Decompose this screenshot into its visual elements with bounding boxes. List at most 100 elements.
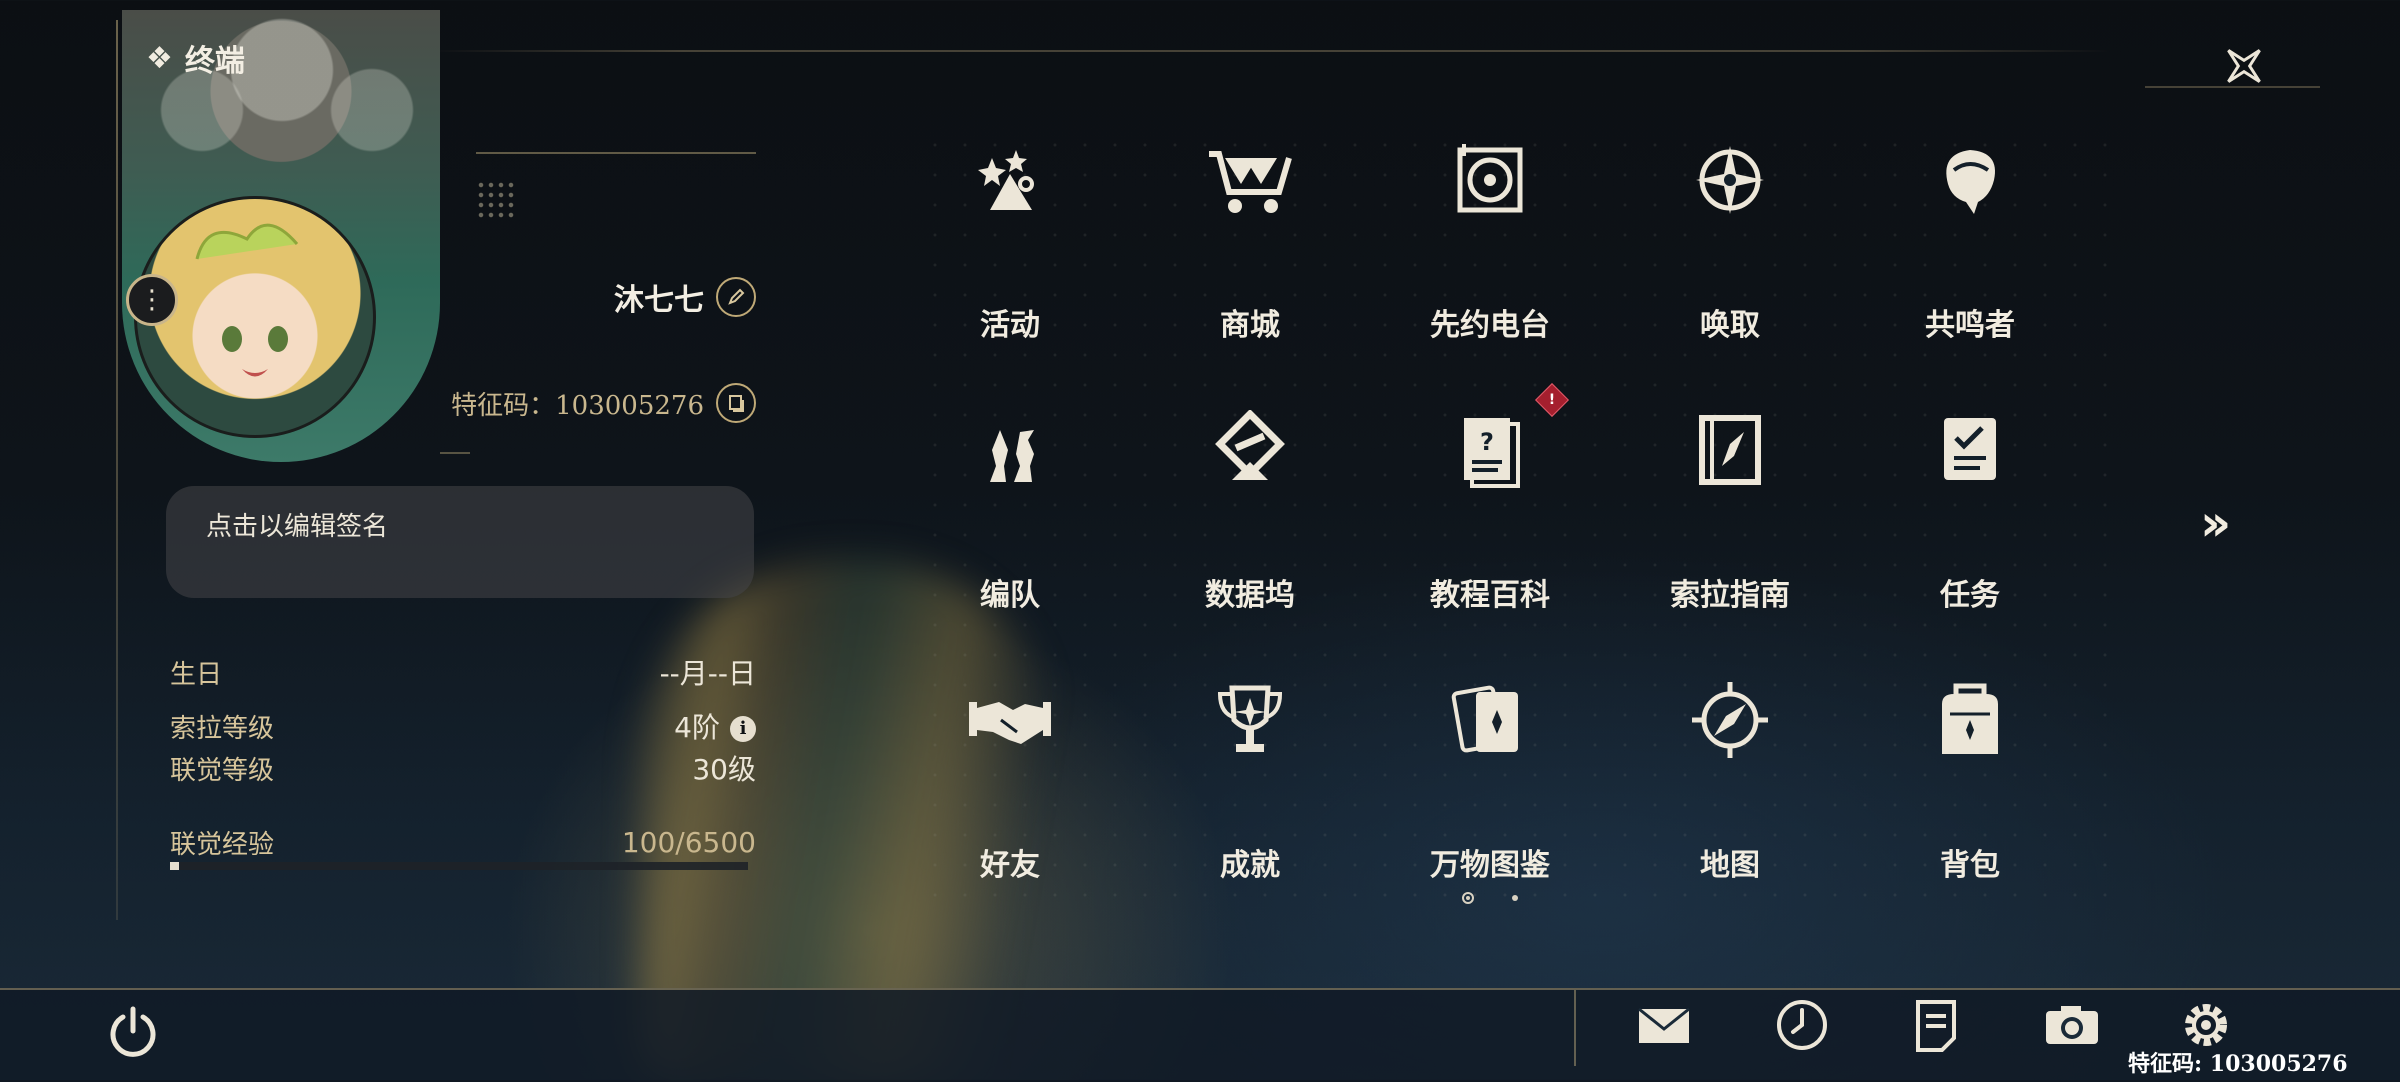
- page-dot-active[interactable]: [1462, 892, 1474, 904]
- mail-button[interactable]: [1632, 996, 1696, 1054]
- union-exp-value: 100/6500: [621, 825, 756, 859]
- radio-disc-icon: [1440, 130, 1540, 230]
- menu-item-label: 编队: [980, 578, 1040, 613]
- edit-name-button[interactable]: [716, 277, 756, 317]
- menu-item-label: 万物图鉴: [1430, 848, 1550, 883]
- sola-level-value: 4阶: [674, 711, 720, 744]
- menu-item-friends-handshake[interactable]: 好友: [910, 670, 1110, 883]
- menu-item-label: 背包: [1940, 848, 2000, 883]
- menu-item-map-compass[interactable]: 地图: [1630, 670, 1830, 883]
- svg-text:?: ?: [1480, 428, 1494, 456]
- diamond-cluster-icon: ❖: [146, 40, 173, 76]
- menu-item-label: 好友: [980, 848, 1040, 883]
- notice-icon: [1916, 1000, 1956, 1052]
- guide-book-icon: [1680, 400, 1780, 500]
- decorative-line: [440, 452, 470, 454]
- sola-level-value-group: 4阶 i: [674, 706, 756, 746]
- menu-item-radio-disc[interactable]: 先约电台: [1390, 130, 1590, 343]
- player-name-row: 沐七七: [560, 274, 756, 320]
- union-level-value: 30级: [692, 753, 756, 786]
- menu-item-label: 数据坞: [1205, 578, 1295, 613]
- pagination-dots: [1462, 892, 1518, 904]
- uid-text: 特征码：103005276: [451, 390, 704, 421]
- menu-item-label: 教程百科: [1430, 578, 1550, 613]
- menu-item-encyclopedia-cards[interactable]: 万物图鉴: [1390, 670, 1590, 883]
- menu-item-label: 商城: [1220, 308, 1280, 343]
- power-icon: [110, 1006, 156, 1057]
- clock-button[interactable]: [1770, 996, 1834, 1054]
- sola-level-label: 索拉等级: [170, 713, 275, 744]
- sola-level-row: 索拉等级 4阶 i: [170, 706, 756, 746]
- menu-item-convene-star[interactable]: 唤取: [1630, 130, 1830, 343]
- info-icon[interactable]: i: [730, 716, 756, 742]
- birthday-value: --月--日: [659, 657, 756, 690]
- page-dot[interactable]: [1512, 895, 1518, 901]
- decorative-dot-grid: [476, 180, 516, 220]
- menu-item-label: 任务: [1940, 578, 2000, 613]
- left-rail-line: [116, 20, 118, 920]
- achievement-trophy-icon: [1200, 670, 1300, 770]
- menu-item-label: 先约电台: [1430, 308, 1550, 343]
- pencil-icon: [728, 288, 745, 305]
- camera-button[interactable]: [2040, 996, 2104, 1054]
- power-button[interactable]: [100, 998, 166, 1064]
- quest-clipboard-icon: [1920, 400, 2020, 500]
- menu-item-team-chess[interactable]: 编队: [910, 400, 1110, 613]
- decorative-line: [476, 152, 756, 154]
- menu-item-guide-book[interactable]: 索拉指南: [1630, 400, 1830, 613]
- page-title: 终端: [184, 44, 245, 79]
- menu-item-label: 活动: [980, 308, 1040, 343]
- signature-placeholder: 点击以编辑签名: [206, 512, 389, 542]
- terminal-title: ❖ 终端: [146, 36, 245, 80]
- avatar-options-button[interactable]: ⋮: [126, 274, 178, 326]
- menu-item-label: 地图: [1700, 848, 1760, 883]
- player-name: 沐七七: [614, 283, 704, 318]
- double-chevron-right-icon: ››: [2200, 494, 2231, 552]
- menu-item-quest-clipboard[interactable]: 任务: [1870, 400, 2070, 613]
- close-star-icon: [2227, 49, 2261, 83]
- menu-item-achievement-trophy[interactable]: 成就: [1150, 670, 1350, 883]
- menu-item-backpack[interactable]: 背包: [1870, 670, 2070, 883]
- uid-row: 特征码：103005276: [440, 380, 756, 426]
- union-level-row: 联觉等级 30级: [170, 748, 756, 788]
- menu-item-shop-cart[interactable]: 商城: [1150, 130, 1350, 343]
- notice-button[interactable]: [1904, 996, 1968, 1054]
- union-exp-row: 联觉经验 100/6500: [170, 822, 756, 862]
- convene-star-icon: [1680, 130, 1780, 230]
- menu-item-data-bank[interactable]: 数据坞: [1150, 400, 1350, 613]
- backpack-icon: [1920, 670, 2020, 770]
- clock-icon: [1777, 1000, 1827, 1050]
- menu-item-activity-stars[interactable]: 活动: [910, 130, 1110, 343]
- data-bank-icon: [1200, 400, 1300, 500]
- encyclopedia-cards-icon: [1440, 670, 1540, 770]
- union-exp-fill: [170, 862, 179, 870]
- mail-icon: [1638, 1007, 1690, 1043]
- activity-stars-icon: [960, 130, 1060, 230]
- alert-badge-glyph: !: [1548, 392, 1556, 408]
- birthday-row: 生日 --月--日: [170, 652, 756, 692]
- menu-item-label: 唤取: [1700, 308, 1760, 343]
- map-compass-icon: [1680, 670, 1780, 770]
- bottom-divider: [1574, 990, 1576, 1066]
- copy-uid-button[interactable]: [716, 383, 756, 423]
- menu-item-label: 索拉指南: [1670, 578, 1790, 613]
- menu-item-tutorial-book[interactable]: ? 教程百科!: [1390, 383, 1590, 613]
- menu-item-resonator-head[interactable]: 共鸣者: [1870, 130, 2070, 343]
- settings-gear-icon: [2185, 1004, 2227, 1046]
- menu-item-label: 共鸣者: [1925, 308, 2015, 343]
- signature-box[interactable]: 点击以编辑签名: [166, 486, 754, 598]
- top-frame-line: [430, 50, 2110, 52]
- alert-badge: !: [1535, 383, 1569, 417]
- birthday-label: 生日: [170, 659, 223, 690]
- avatar-face: [195, 223, 299, 377]
- copy-icon: [729, 395, 744, 412]
- team-chess-icon: [960, 400, 1060, 500]
- next-page-button[interactable]: ››: [2200, 494, 2231, 552]
- friends-handshake-icon: [960, 670, 1060, 770]
- union-exp-label: 联觉经验: [170, 829, 275, 860]
- more-dots-icon: ⋮: [139, 285, 165, 315]
- close-button[interactable]: [2214, 36, 2274, 96]
- shop-cart-icon: [1200, 130, 1300, 230]
- camera-icon: [2046, 1006, 2098, 1044]
- resonator-head-icon: [1920, 130, 2020, 230]
